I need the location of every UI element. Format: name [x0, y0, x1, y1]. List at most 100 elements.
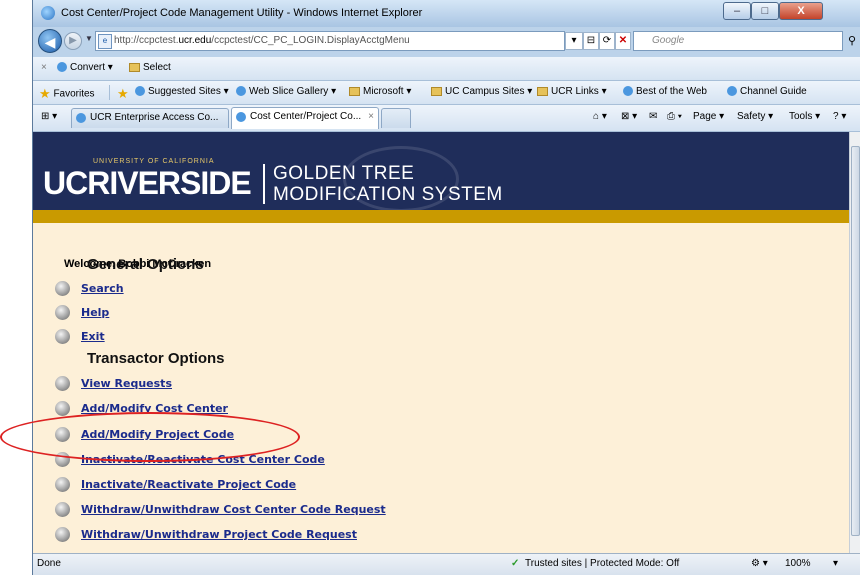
bullet-icon	[55, 477, 70, 492]
zoom-level[interactable]: 100%	[785, 558, 811, 569]
folder-icon	[431, 86, 442, 96]
gold-stripe	[33, 210, 849, 223]
select-label: Select	[143, 62, 171, 73]
ie-page-icon	[623, 86, 633, 97]
url-suffix: /ccpctest/CC_PC_LOGIN.DisplayAcctgMenu	[211, 35, 410, 46]
close-bar-icon[interactable]: ×	[41, 62, 47, 73]
mail-icon[interactable]: ✉	[649, 111, 657, 122]
general-options-heading: General Options	[87, 256, 204, 273]
url-host: ucr.edu	[178, 35, 212, 46]
inactivate-project-code-link[interactable]: Inactivate/Reactivate Project Code	[81, 478, 296, 491]
bullet-icon	[55, 281, 70, 296]
fav-uc-campus-sites[interactable]: UC Campus Sites ▾	[431, 86, 532, 97]
quick-tabs-icon[interactable]: ⊞ ▾	[41, 111, 57, 122]
tab-label: Cost Center/Project Co...	[250, 111, 362, 122]
tab-close-icon[interactable]: ×	[368, 108, 374, 126]
tab-ie-icon	[236, 112, 246, 122]
folder-icon	[537, 86, 548, 96]
bullet-icon	[55, 376, 70, 391]
status-text: Done	[37, 558, 61, 569]
fav-best-of-the-web[interactable]: Best of the Web	[623, 86, 707, 97]
folder-icon	[349, 86, 360, 96]
protected-mode-icon[interactable]: ⚙ ▾	[751, 558, 768, 569]
page-menu[interactable]: Page ▾	[693, 111, 724, 122]
withdraw-project-code-link[interactable]: Withdraw/Unwithdraw Project Code Request	[81, 528, 357, 541]
refresh-icon[interactable]: ⟳	[599, 32, 615, 50]
safety-menu[interactable]: Safety ▾	[737, 111, 773, 122]
scrollbar-thumb[interactable]	[851, 146, 860, 536]
address-input[interactable]: http://ccpctest.ucr.edu/ccpctest/CC_PC_L…	[95, 31, 565, 51]
annotation-ellipse	[0, 412, 300, 462]
fav-label: UC Campus Sites ▾	[445, 86, 533, 97]
header-banner: UNIVERSITY OF CALIFORNIA UCRIVERSIDE GOL…	[33, 132, 849, 212]
security-zone[interactable]: Trusted sites | Protected Mode: Off	[525, 558, 679, 569]
vertical-scrollbar[interactable]	[849, 132, 860, 553]
bullet-icon	[55, 329, 70, 344]
bullet-icon	[55, 502, 70, 517]
address-dropdown-button[interactable]: ▾	[565, 32, 583, 50]
help-icon[interactable]: ? ▾	[833, 111, 846, 122]
convert-icon	[57, 62, 67, 73]
system-title-line2: MODIFICATION SYSTEM	[273, 184, 503, 205]
address-toolbar: ◀ ▶ ▼ http://ccpctest.ucr.edu/ccpctest/C…	[33, 27, 860, 57]
separator	[109, 85, 110, 100]
maximize-button[interactable]: □	[751, 2, 779, 20]
fav-web-slice-gallery[interactable]: Web Slice Gallery ▾	[236, 86, 336, 97]
tab-cost-center[interactable]: Cost Center/Project Co... ×	[231, 107, 379, 129]
compatibility-icon[interactable]: ⊟	[583, 32, 599, 50]
tab-ucr-enterprise[interactable]: UCR Enterprise Access Co...	[71, 108, 229, 128]
stop-icon[interactable]: ✕	[615, 32, 631, 50]
ie-page-icon	[236, 86, 246, 97]
convert-label: Convert	[70, 62, 106, 73]
ie-page-icon	[135, 86, 145, 97]
withdraw-cost-center-link[interactable]: Withdraw/Unwithdraw Cost Center Code Req…	[81, 503, 386, 516]
title-bar: Cost Center/Project Code Management Util…	[33, 0, 860, 27]
fav-label: Best of the Web	[636, 86, 707, 97]
page-content: UNIVERSITY OF CALIFORNIA UCRIVERSIDE GOL…	[33, 132, 849, 553]
fav-label: Microsoft ▾	[363, 86, 412, 97]
fav-channel-guide[interactable]: Channel Guide	[727, 86, 807, 97]
browser-window: Cost Center/Project Code Management Util…	[32, 0, 860, 575]
print-icon[interactable]: ⎙ ▾	[667, 111, 682, 122]
ie-page-icon	[727, 86, 737, 97]
fav-ucr-links[interactable]: UCR Links ▾	[537, 86, 607, 97]
close-button[interactable]: X	[779, 2, 823, 20]
select-button[interactable]: Select	[129, 62, 171, 73]
fav-label: UCR Links ▾	[551, 86, 607, 97]
bullet-icon	[55, 401, 70, 416]
select-icon	[129, 62, 140, 72]
favorites-label: Favorites	[53, 88, 95, 100]
fav-microsoft[interactable]: Microsoft ▾	[349, 86, 411, 97]
fav-suggested-sites[interactable]: Suggested Sites ▾	[135, 86, 229, 97]
url-prefix: http://ccpctest.	[114, 35, 179, 46]
new-tab-button[interactable]	[381, 108, 411, 128]
history-dropdown-icon[interactable]: ▼	[85, 34, 93, 43]
minimize-button[interactable]: –	[723, 2, 751, 20]
favorites-button[interactable]: ★ Favorites	[39, 86, 95, 102]
search-input[interactable]: Google	[633, 31, 843, 51]
convert-button[interactable]: Convert ▾	[57, 62, 113, 73]
fav-label: Suggested Sites ▾	[148, 86, 229, 97]
home-icon[interactable]: ⌂ ▾	[593, 111, 607, 122]
favorites-star-icon: ★	[39, 86, 51, 101]
back-button[interactable]: ◀	[38, 29, 62, 53]
banner-divider	[263, 164, 265, 204]
ucr-logo: UCRIVERSIDE	[43, 165, 252, 201]
tools-menu[interactable]: Tools ▾	[789, 111, 820, 122]
bullet-icon	[55, 527, 70, 542]
view-requests-link[interactable]: View Requests	[81, 377, 172, 390]
system-title-line1: GOLDEN TREE	[273, 163, 415, 184]
favorites-bar: ★ Favorites ★ Suggested Sites ▾ Web Slic…	[33, 81, 860, 105]
search-link[interactable]: Search	[81, 282, 124, 295]
university-label: UNIVERSITY OF CALIFORNIA	[93, 158, 215, 165]
status-bar: Done ✓ Trusted sites | Protected Mode: O…	[33, 553, 860, 575]
help-link[interactable]: Help	[81, 306, 109, 319]
transactor-options-heading: Transactor Options	[87, 350, 225, 367]
feeds-icon[interactable]: ⊠ ▾	[621, 111, 637, 122]
forward-button[interactable]: ▶	[64, 32, 82, 50]
add-favorite-icon[interactable]: ★	[117, 86, 129, 102]
search-icon[interactable]: ⚲	[848, 34, 856, 47]
zoom-dropdown-icon[interactable]: ▾	[833, 558, 838, 569]
tab-label: UCR Enterprise Access Co...	[90, 112, 219, 123]
exit-link[interactable]: Exit	[81, 330, 105, 343]
